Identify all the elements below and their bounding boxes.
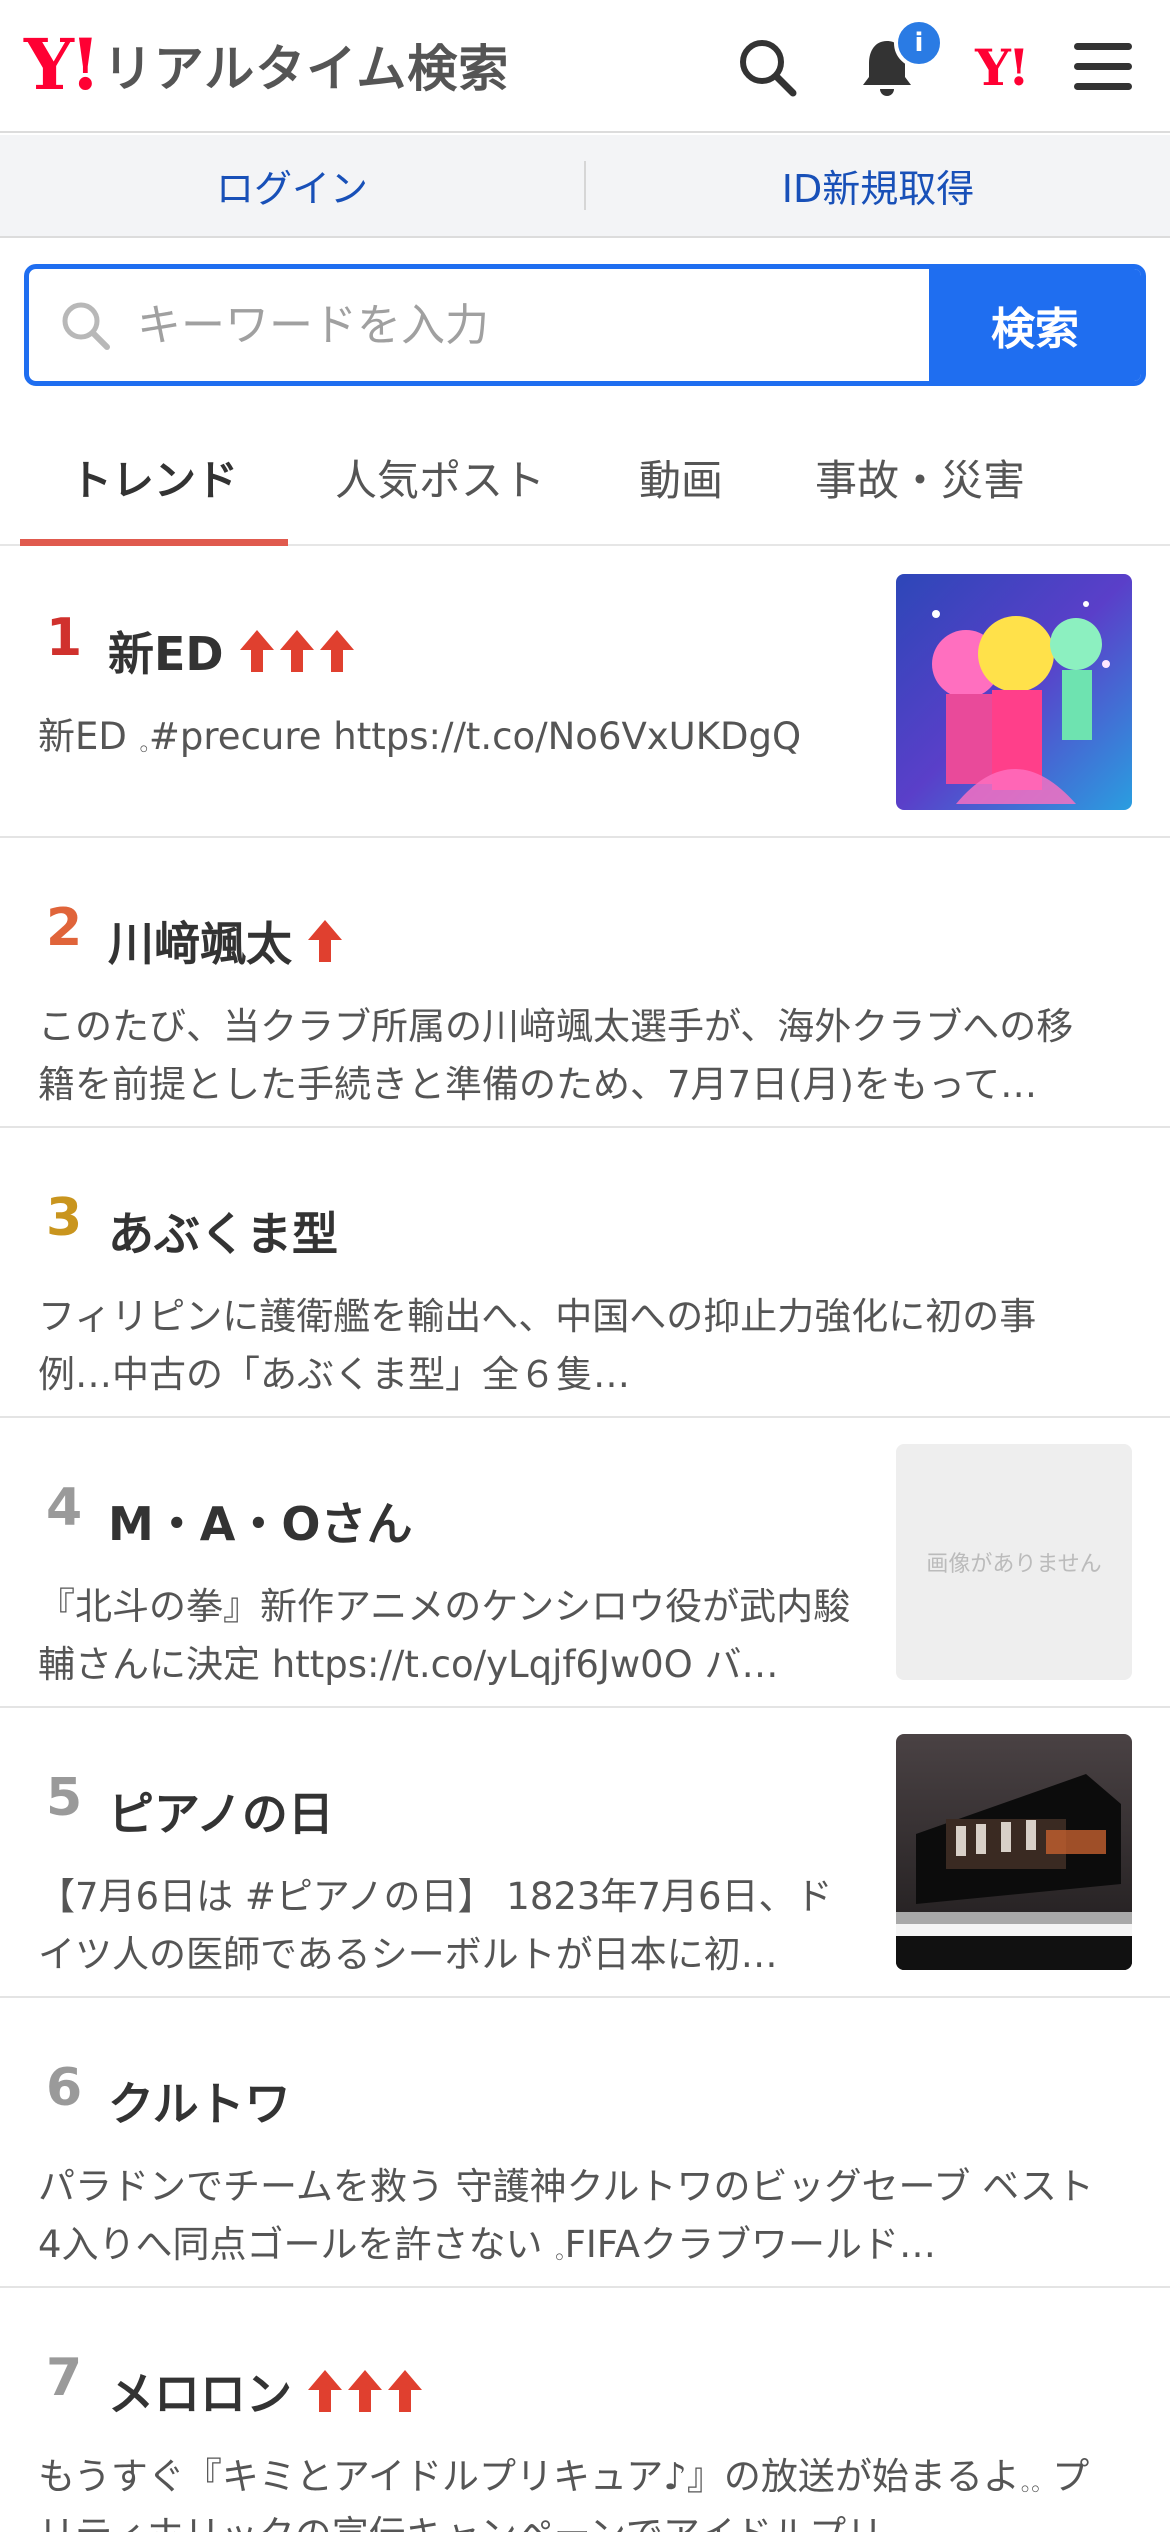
notification-badge: i xyxy=(894,18,944,68)
trend-title-text: クルトワ xyxy=(108,2077,291,2131)
trend-up-arrow-icon xyxy=(319,630,354,672)
trend-description: このたび、当クラブ所属の川﨑颯太選手が、海外クラブへの移籍を前提とした手続きと準… xyxy=(38,1005,1074,1106)
trend-description: 『北斗の拳』新作アニメのケンシロウ役が武内駿輔さんに決定 https://t.c… xyxy=(38,1585,851,1686)
trend-arrows xyxy=(238,628,358,674)
trend-title-text: 新ED xyxy=(108,627,224,681)
tab-popular-posts[interactable]: 人気ポスト xyxy=(288,410,592,544)
trend-title[interactable]: M・A・Oさん xyxy=(108,1488,412,1554)
trend-description: 【7月6日は #ピアノの日】 1823年7月6日、ドイツ人の医師であるシーボルト… xyxy=(38,1875,833,1976)
trend-title-text: ピアノの日 xyxy=(108,1787,334,1841)
trend-item[interactable]: 4 M・A・Oさん『北斗の拳』新作アニメのケンシロウ役が武内駿輔さんに決定 htt… xyxy=(0,1418,1170,1708)
trend-rank: 7 xyxy=(46,2348,83,2408)
yahoo-logo-mark: Y! xyxy=(24,23,101,106)
trend-rank: 4 xyxy=(46,1478,83,1538)
trend-up-arrow-icon xyxy=(388,2370,422,2412)
search-button[interactable]: 検索 xyxy=(929,269,1141,381)
search-form: 検索 xyxy=(24,264,1146,386)
trend-thumbnail-placeholder: 画像がありません xyxy=(896,1444,1132,1680)
trend-title-text: M・A・Oさん xyxy=(108,1497,413,1551)
search-field xyxy=(29,269,929,381)
logo-title: リアルタイム検索 xyxy=(102,40,510,98)
trend-thumbnail[interactable] xyxy=(896,1734,1132,1970)
search-field-icon xyxy=(62,302,110,350)
trend-description: パラドンでチームを救う 守護神クルトワのビッグセーブ ベスト4入りへ同点ゴールを… xyxy=(38,2165,1094,2266)
trend-thumbnail[interactable] xyxy=(896,574,1132,810)
trend-title[interactable]: あぶくま型 xyxy=(108,1198,338,1264)
trend-title[interactable]: メロロン xyxy=(108,2358,426,2424)
trend-up-arrow-icon xyxy=(308,920,342,962)
auth-bar: ログイン ID新規取得 xyxy=(0,135,1170,238)
trend-title[interactable]: クルトワ xyxy=(108,2068,291,2134)
tab-accidents-disasters[interactable]: 事故・災害 xyxy=(770,410,1070,544)
trend-title[interactable]: 新ED xyxy=(108,618,358,684)
trend-title-text: あぶくま型 xyxy=(108,1207,338,1261)
logo[interactable]: Y! リアルタイム検索 xyxy=(24,30,509,100)
tab-bar: トレンド 人気ポスト 動画 事故・災害 xyxy=(0,410,1170,546)
yahoo-mark: Y! xyxy=(975,37,1030,97)
trend-up-arrow-icon xyxy=(348,2370,382,2412)
trend-up-arrow-icon xyxy=(279,630,314,672)
trend-title[interactable]: ピアノの日 xyxy=(108,1778,334,1844)
trend-rank: 3 xyxy=(46,1188,83,1248)
app-header: Y! リアルタイム検索 i Y! xyxy=(0,0,1170,133)
trend-rank: 1 xyxy=(46,608,83,668)
trend-item[interactable]: 5 ピアノの日【7月6日は #ピアノの日】 1823年7月6日、ドイツ人の医師であ… xyxy=(0,1708,1170,1998)
trend-rank: 2 xyxy=(46,898,83,958)
trend-rank: 6 xyxy=(46,2058,83,2118)
tab-trend[interactable]: トレンド xyxy=(20,410,288,546)
tab-videos[interactable]: 動画 xyxy=(592,410,770,544)
register-link[interactable]: ID新規取得 xyxy=(586,135,1170,236)
trend-item[interactable]: 1 新ED 新ED 𓈒#precure https://t.co/No6VxUKDg… xyxy=(0,548,1170,838)
trend-arrows xyxy=(306,918,346,964)
trend-list: 1 新ED 新ED 𓈒#precure https://t.co/No6VxUKDg… xyxy=(0,548,1170,2532)
trend-up-arrow-icon xyxy=(239,630,274,672)
trend-up-arrow-icon xyxy=(308,2370,342,2412)
search-icon[interactable] xyxy=(728,28,806,106)
menu-icon[interactable] xyxy=(1064,28,1142,106)
trend-item[interactable]: 3 あぶくま型フィリピンに護衛艦を輸出へ、中国への抑止力強化に初の事例…中古の「あ… xyxy=(0,1128,1170,1418)
yahoo-japan-icon[interactable]: Y! xyxy=(962,28,1040,106)
trend-description: 新ED 𓈒#precure https://t.co/No6VxUKDgQ xyxy=(38,715,802,758)
login-link[interactable]: ログイン xyxy=(0,135,584,236)
trend-description: フィリピンに護衛艦を輸出へ、中国への抑止力強化に初の事例…中古の「あぶくま型」全… xyxy=(38,1295,1037,1396)
trend-title-text: メロロン xyxy=(108,2367,292,2421)
trend-item[interactable]: 6 クルトワパラドンでチームを救う 守護神クルトワのビッグセーブ ベスト4入りへ同… xyxy=(0,1998,1170,2288)
trend-title[interactable]: 川﨑颯太 xyxy=(108,908,346,974)
trend-description: もうすぐ『キミとアイドルプリキュア♪』の放送が始まるよ𓈒𓈒 プリティホリックの宣… xyxy=(38,2455,1090,2532)
trend-item[interactable]: 7 メロロンもうすぐ『キミとアイドルプリキュア♪』の放送が始まるよ𓈒𓈒 プリティホ… xyxy=(0,2288,1170,2532)
trend-arrows xyxy=(306,2368,426,2414)
trend-title-text: 川﨑颯太 xyxy=(108,917,292,971)
trend-rank: 5 xyxy=(46,1768,83,1828)
search-input[interactable] xyxy=(137,299,857,351)
trend-item[interactable]: 2 川﨑颯太このたび、当クラブ所属の川﨑颯太選手が、海外クラブへの移籍を前提とした… xyxy=(0,838,1170,1128)
